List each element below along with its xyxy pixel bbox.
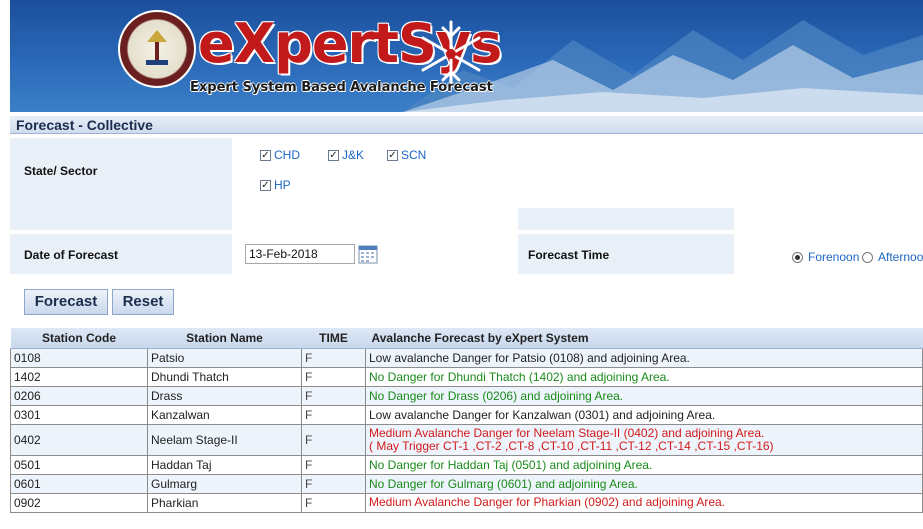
station-code-cell: 0402 — [10, 423, 148, 456]
station-code-cell: 0902 — [10, 492, 148, 513]
table-row: 0902 Pharkian F Medium Avalanche Danger … — [10, 492, 923, 513]
station-code-cell: 1402 — [10, 366, 148, 387]
time-cell: F — [301, 492, 366, 513]
column-header-time: TIME — [301, 328, 366, 349]
station-code-cell: 0501 — [10, 454, 148, 475]
state-sector-label: State/ Sector — [24, 164, 98, 178]
column-header-station-code: Station Code — [10, 328, 148, 349]
checkbox-jk-label: J&K — [342, 148, 365, 162]
radio-forenoon-label: Forenoon — [808, 250, 860, 264]
table-row: 0601 Gulmarg F No Danger for Gulmarg (06… — [10, 473, 923, 494]
radio-forenoon-dot[interactable] — [792, 251, 803, 263]
forecast-cell: No Danger for Dhundi Thatch (1402) and a… — [365, 366, 923, 387]
checkbox-hp-box[interactable]: ✓ — [260, 179, 271, 191]
forecast-cell: Low avalanche Danger for Kanzalwan (0301… — [365, 404, 923, 425]
forecast-table: Station Code Station Name TIME Avalanche… — [10, 328, 923, 513]
station-name-cell: Gulmarg — [147, 473, 302, 494]
checkbox-chd-label: CHD — [274, 148, 300, 162]
forecast-text-line2: ( May Trigger CT-1 ,CT-2 ,CT-8 ,CT-10 ,C… — [369, 438, 774, 453]
time-cell: F — [301, 385, 366, 406]
radio-forenoon[interactable]: Forenoon — [792, 250, 859, 264]
spacer-band-middle — [518, 208, 734, 230]
header-banner: eXpertSys Expert System Based Avalanche … — [10, 0, 923, 112]
station-code-cell: 0108 — [10, 347, 148, 368]
checkbox-hp[interactable]: ✓ HP — [260, 178, 291, 192]
reset-button[interactable]: Reset — [112, 289, 174, 315]
station-code-cell: 0601 — [10, 473, 148, 494]
checkbox-scn[interactable]: ✓ SCN — [387, 148, 426, 162]
table-row: 0501 Haddan Taj F No Danger for Haddan T… — [10, 454, 923, 475]
section-title: Forecast - Collective — [10, 116, 923, 134]
station-name-cell: Pharkian — [147, 492, 302, 513]
forecast-cell: Medium Avalanche Danger for Neelam Stage… — [365, 423, 923, 456]
time-cell: F — [301, 366, 366, 387]
station-name-cell: Neelam Stage-II — [147, 423, 302, 456]
station-name-cell: Dhundi Thatch — [147, 366, 302, 387]
calendar-icon[interactable] — [358, 244, 378, 264]
table-row: 1402 Dhundi Thatch F No Danger for Dhund… — [10, 366, 923, 387]
station-name-cell: Drass — [147, 385, 302, 406]
checkbox-chd-box[interactable]: ✓ — [260, 149, 271, 161]
station-code-cell: 0206 — [10, 385, 148, 406]
forecast-cell: No Danger for Haddan Taj (0501) and adjo… — [365, 454, 923, 475]
time-cell: F — [301, 454, 366, 475]
forecast-button[interactable]: Forecast — [24, 289, 108, 315]
forecast-cell: No Danger for Drass (0206) and adjoining… — [365, 385, 923, 406]
station-name-cell: Haddan Taj — [147, 454, 302, 475]
station-code-cell: 0301 — [10, 404, 148, 425]
station-name-cell: Kanzalwan — [147, 404, 302, 425]
station-name-cell: Patsio — [147, 347, 302, 368]
table-row: 0108 Patsio F Low avalanche Danger for P… — [10, 347, 923, 368]
time-cell: F — [301, 473, 366, 494]
checkbox-hp-label: HP — [274, 178, 291, 192]
date-of-forecast-label: Date of Forecast — [24, 248, 119, 262]
forecast-cell: Low avalanche Danger for Patsio (0108) a… — [365, 347, 923, 368]
checkbox-chd[interactable]: ✓ CHD — [260, 148, 300, 162]
radio-afternoon[interactable]: Afternoon — [862, 250, 923, 264]
table-row: 0402 Neelam Stage-II F Medium Avalanche … — [10, 423, 923, 456]
forecast-cell: No Danger for Gulmarg (0601) and adjoini… — [365, 473, 923, 494]
spacer-band-left — [10, 208, 232, 230]
table-row: 0206 Drass F No Danger for Drass (0206) … — [10, 385, 923, 406]
forecast-cell: Medium Avalanche Danger for Pharkian (09… — [365, 492, 923, 513]
table-header-row: Station Code Station Name TIME Avalanche… — [10, 328, 923, 349]
forecast-text-line1: Medium Avalanche Danger for Neelam Stage… — [369, 425, 765, 440]
column-header-station-name: Station Name — [147, 328, 302, 349]
time-cell: F — [301, 404, 366, 425]
radio-afternoon-label: Afternoon — [878, 250, 923, 264]
checkbox-scn-label: SCN — [401, 148, 427, 162]
banner-tagline: Expert System Based Avalanche Forecast — [190, 80, 493, 95]
table-row: 0301 Kanzalwan F Low avalanche Danger fo… — [10, 404, 923, 425]
column-header-forecast: Avalanche Forecast by eXpert System — [365, 328, 923, 349]
date-of-forecast-input[interactable]: 13-Feb-2018 — [245, 244, 355, 264]
radio-afternoon-dot[interactable] — [862, 251, 873, 263]
checkbox-jk[interactable]: ✓ J&K — [328, 148, 364, 162]
drdo-emblem-logo — [118, 10, 196, 88]
forecast-time-label: Forecast Time — [528, 248, 610, 262]
checkbox-jk-box[interactable]: ✓ — [328, 149, 339, 161]
time-cell: F — [301, 423, 366, 456]
time-cell: F — [301, 347, 366, 368]
checkbox-scn-box[interactable]: ✓ — [387, 149, 398, 161]
